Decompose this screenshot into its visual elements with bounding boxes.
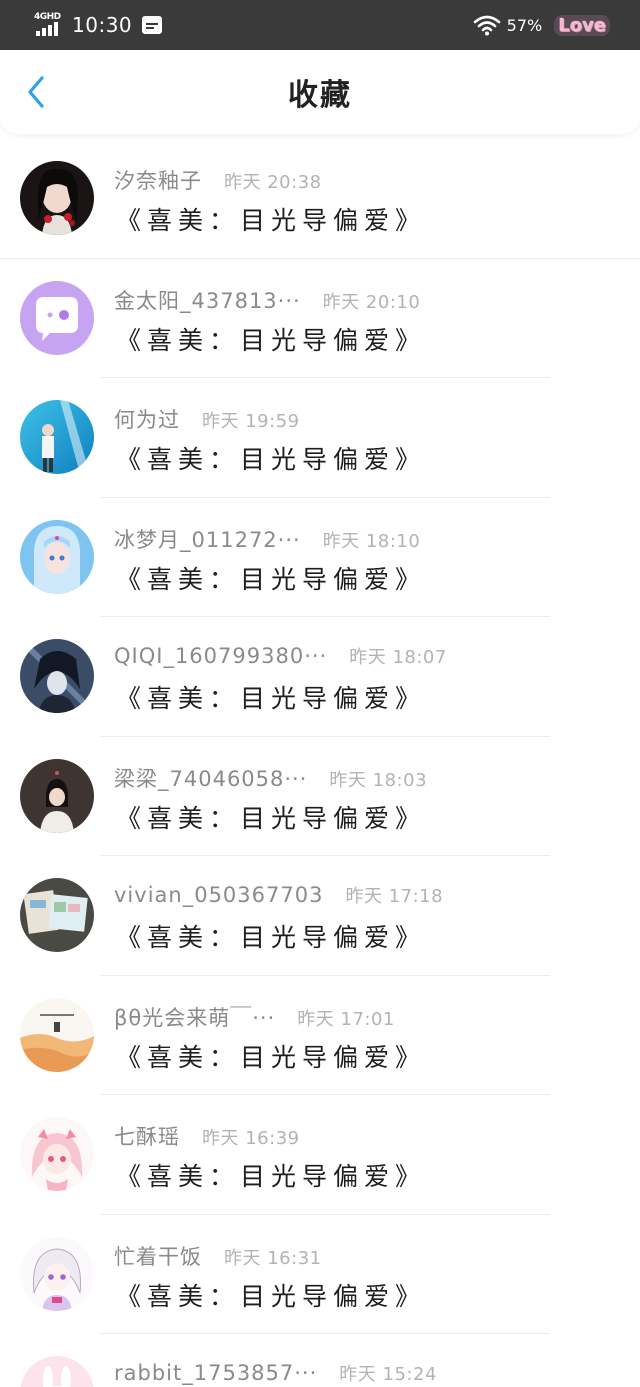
favorite-title: 《喜美：目光导偏爱》 (116, 564, 427, 594)
list-item[interactable]: 冰梦月_011272··· 昨天 18:10 《喜美：目光导偏爱》 (0, 498, 640, 618)
network-type: 4GHD (34, 12, 61, 22)
avatar[interactable] (20, 1117, 94, 1191)
user-name: 汐奈釉子 (114, 169, 202, 193)
timestamp: 昨天 17:18 (345, 886, 444, 907)
timestamp: 昨天 16:31 (224, 1247, 322, 1269)
avatar[interactable] (20, 519, 94, 594)
item-meta: 冰梦月_011272··· 昨天 18:10 (114, 524, 420, 554)
list-item[interactable]: βθ光会来萌￣··· 昨天 17:01 《喜美：目光导偏爱》 (0, 976, 640, 1096)
item-meta: 忙着干饭 昨天 16:31 (114, 1241, 322, 1271)
avatar[interactable] (20, 280, 94, 355)
back-button[interactable] (16, 70, 56, 114)
user-name: rabbit_1753857··· (114, 1361, 318, 1385)
timestamp: 昨天 19:59 (202, 411, 300, 432)
favorite-title: 《喜美：目光导偏爱》 (116, 206, 427, 235)
favorite-title: 《喜美：目光导偏爱》 (116, 803, 427, 833)
battery-level: 57% (506, 15, 543, 35)
signal-icon: 4GHD (34, 10, 64, 40)
timestamp: 昨天 20:38 (224, 172, 322, 193)
list-item[interactable]: 汐奈釉子 昨天 20:38 《喜美：目光导偏爱》 (0, 139, 640, 259)
list-item[interactable]: vivian_050367703 昨天 17:18 《喜美：目光导偏爱》 (0, 856, 640, 976)
favorite-title: 《喜美：目光导偏爱》 (116, 1042, 427, 1072)
status-right: 57% Love (473, 14, 610, 36)
list-item[interactable]: 梁梁_74046058··· 昨天 18:03 《喜美：目光导偏爱》 (0, 737, 640, 857)
user-name: 梁梁_74046058··· (114, 766, 308, 791)
item-meta: vivian_050367703 昨天 17:18 (114, 882, 443, 908)
timestamp: 昨天 18:03 (329, 769, 428, 791)
chevron-left-icon (28, 76, 44, 108)
timestamp: 昨天 16:39 (202, 1128, 300, 1149)
status-left: 4GHD 10:30 (34, 10, 163, 40)
avatar[interactable] (20, 997, 94, 1072)
list-item[interactable]: QIQI_160799380··· 昨天 18:07 《喜美：目光导偏爱》 (0, 617, 640, 737)
favorite-title: 《喜美：目光导偏爱》 (116, 1281, 427, 1311)
user-name: 金太阳_437813··· (114, 288, 301, 313)
item-meta: βθ光会来萌￣··· 昨天 17:01 (114, 1002, 395, 1032)
item-meta: 七酥瑶 昨天 16:39 (114, 1121, 300, 1151)
user-name: QIQI_160799380··· (114, 644, 328, 668)
user-name: 何为过 (114, 408, 180, 432)
item-meta: 梁梁_74046058··· 昨天 18:03 (114, 763, 427, 793)
list-item[interactable]: 忙着干饭 昨天 16:31 《喜美：目光导偏爱》 (0, 1215, 640, 1335)
timestamp: 昨天 15:24 (339, 1364, 437, 1385)
avatar[interactable] (20, 1236, 94, 1311)
clock-time: 10:30 (72, 13, 133, 37)
avatar[interactable] (20, 639, 94, 713)
item-meta: QIQI_160799380··· 昨天 18:07 (114, 643, 447, 669)
avatar[interactable] (20, 161, 94, 235)
favorite-title: 《喜美：目光导偏爱》 (116, 923, 427, 952)
avatar[interactable] (20, 1356, 94, 1387)
status-bar: 4GHD 10:30 57% Love (0, 0, 640, 50)
favorite-title: 《喜美：目光导偏爱》 (116, 445, 427, 474)
timestamp: 昨天 20:10 (322, 291, 421, 313)
user-name: βθ光会来萌￣··· (114, 1005, 276, 1030)
list-item[interactable]: 金太阳_437813··· 昨天 20:10 《喜美：目光导偏爱》 (0, 259, 640, 379)
list-item[interactable]: 七酥瑶 昨天 16:39 《喜美：目光导偏爱》 (0, 1095, 640, 1215)
item-meta: 何为过 昨天 19:59 (114, 404, 300, 434)
love-badge: Love (554, 14, 610, 36)
avatar[interactable] (20, 758, 94, 833)
user-name: 七酥瑶 (114, 1125, 180, 1149)
user-name: 冰梦月_011272··· (114, 527, 301, 552)
item-meta: 金太阳_437813··· 昨天 20:10 (114, 285, 420, 315)
favorites-list: 汐奈釉子 昨天 20:38 《喜美：目光导偏爱》 金太阳_437813··· 昨… (0, 139, 640, 1387)
list-item[interactable]: rabbit_1753857··· 昨天 15:24 (0, 1334, 640, 1387)
avatar[interactable] (20, 400, 94, 474)
header-bar: 收藏 (0, 50, 640, 134)
item-meta: 汐奈釉子 昨天 20:38 (114, 165, 322, 195)
favorite-title: 《喜美：目光导偏爱》 (116, 1162, 427, 1191)
page-title: 收藏 (288, 78, 352, 113)
wifi-icon (473, 15, 500, 36)
timestamp: 昨天 18:07 (349, 647, 447, 668)
calendar-icon (142, 16, 163, 34)
avatar[interactable] (20, 878, 94, 952)
timestamp: 昨天 18:10 (322, 530, 421, 552)
favorite-title: 《喜美：目光导偏爱》 (116, 325, 427, 355)
timestamp: 昨天 17:01 (297, 1008, 395, 1030)
item-meta: rabbit_1753857··· 昨天 15:24 (114, 1360, 437, 1386)
favorite-title: 《喜美：目光导偏爱》 (116, 684, 427, 713)
user-name: 忙着干饭 (114, 1244, 202, 1269)
list-item[interactable]: 何为过 昨天 19:59 《喜美：目光导偏爱》 (0, 378, 640, 498)
user-name: vivian_050367703 (114, 883, 324, 907)
